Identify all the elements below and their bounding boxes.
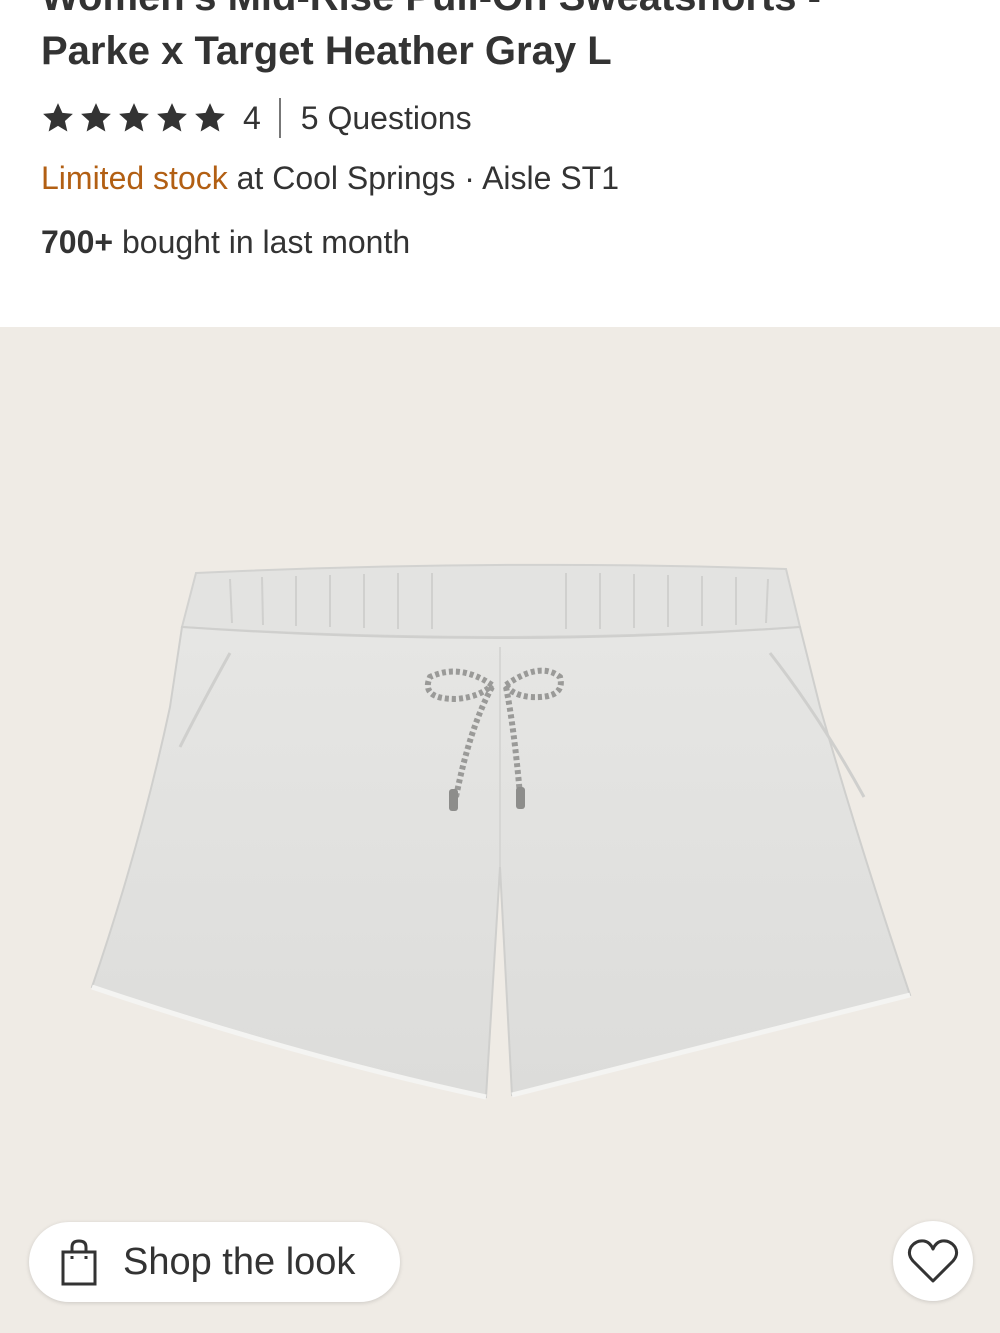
shop-the-look-label: Shop the look: [123, 1240, 356, 1283]
rating-count[interactable]: 4: [243, 100, 261, 137]
star-icon: [43, 103, 73, 132]
star-icon: [157, 103, 187, 132]
product-info: Women's Mid-Rise Pull-On Sweatshorts - P…: [0, 0, 1000, 327]
product-title-line-1: Women's Mid-Rise Pull-On Sweatshorts -: [41, 0, 981, 24]
shop-the-look-button[interactable]: Shop the look: [29, 1222, 400, 1302]
divider: [278, 98, 281, 138]
stock-info[interactable]: Limited stock at Cool Springs · Aisle ST…: [41, 160, 619, 197]
store-location: at Cool Springs · Aisle ST1: [227, 160, 620, 196]
star-icon: [81, 103, 111, 132]
star-icon: [195, 103, 225, 132]
sweatshorts-photo: [90, 563, 912, 1100]
shopping-bag-icon: [61, 1239, 97, 1286]
product-title: Women's Mid-Rise Pull-On Sweatshorts - P…: [41, 0, 981, 78]
rating-row[interactable]: 4 5 Questions: [41, 96, 472, 140]
purchase-stats: 700+ bought in last month: [41, 224, 410, 261]
heart-icon: [907, 1239, 959, 1283]
star-icon: [119, 103, 149, 132]
bought-count: 700+: [41, 224, 114, 260]
favorite-button[interactable]: [893, 1221, 973, 1301]
product-image[interactable]: [0, 327, 1000, 1333]
star-rating[interactable]: [41, 101, 227, 135]
stock-status: Limited stock: [41, 160, 228, 196]
questions-link[interactable]: 5 Questions: [301, 100, 472, 137]
product-title-line-2: Parke x Target Heather Gray L: [41, 29, 612, 73]
bought-text: bought in last month: [113, 224, 411, 260]
